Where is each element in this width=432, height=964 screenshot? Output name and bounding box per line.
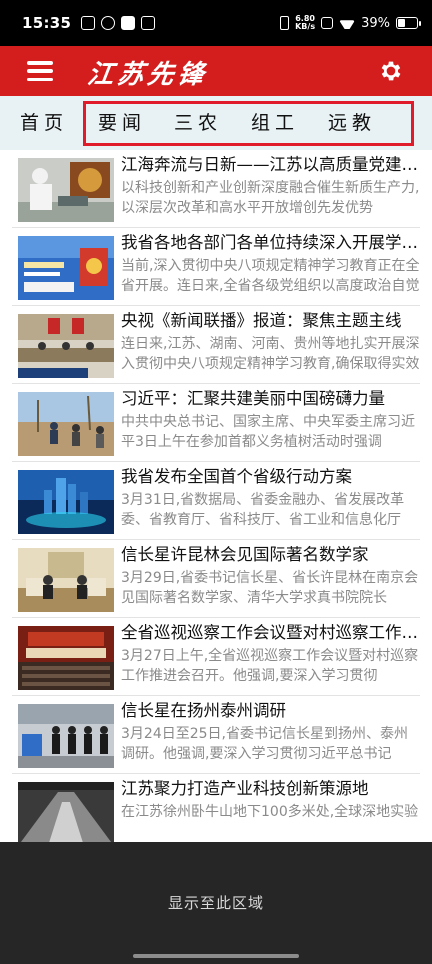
news-thumbnail bbox=[18, 704, 114, 768]
news-thumbnail bbox=[18, 314, 114, 378]
category-tab-bar: 首页 要闻 三农 组工 远教 bbox=[0, 96, 432, 150]
news-item[interactable]: 我省发布全国首个省级行动方案 3月31日,省数据局、省委金融办、省发展改革委、省… bbox=[0, 462, 432, 540]
news-item[interactable]: 信长星许昆林会见国际著名数学家 3月29日,省委书记信长星、省长许昆林在南京会见… bbox=[0, 540, 432, 618]
news-item[interactable]: 江苏聚力打造产业科技创新策源地 在江苏徐州卧牛山地下100多米处,全球深地实验 bbox=[0, 774, 432, 842]
message-icon bbox=[81, 16, 96, 30]
battery-level: 39% bbox=[361, 15, 390, 31]
mail-icon bbox=[141, 16, 156, 30]
news-summary: 当前,深入贯彻中央八项规定精神学习教育正在全省开展。连日来,全省各级党组织以高度… bbox=[121, 258, 420, 294]
news-thumbnail bbox=[18, 158, 114, 222]
news-title: 江苏聚力打造产业科技创新策源地 bbox=[121, 779, 369, 798]
battery-icon bbox=[396, 17, 421, 29]
gesture-nav-handle[interactable] bbox=[133, 954, 299, 958]
wifi-icon bbox=[339, 17, 355, 29]
news-thumbnail bbox=[18, 392, 114, 456]
bottom-area-label: 显示至此区域 bbox=[167, 894, 264, 912]
menu-icon[interactable] bbox=[27, 61, 53, 81]
news-title: 全省巡视巡察工作会议暨对村巡察工作推进会召开 bbox=[121, 623, 419, 642]
status-time: 15:35 bbox=[22, 14, 72, 32]
news-summary: 3月31日,省数据局、省委金融办、省发展改革委、省教育厅、省科技厅、省工业和信息… bbox=[121, 492, 405, 528]
news-summary: 3月29日,省委书记信长星、省长许昆林在南京会见国际著名数学家、清华大学求真书院… bbox=[121, 570, 419, 606]
news-item[interactable]: 央视《新闻联播》报道：聚焦主题主线 连日来,江苏、湖南、河南、贵州等地扎实开展深… bbox=[0, 306, 432, 384]
news-thumbnail bbox=[18, 548, 114, 612]
tab-home[interactable]: 首页 bbox=[20, 96, 68, 150]
news-thumbnail bbox=[18, 626, 114, 690]
news-summary: 中共中央总书记、国家主席、中央军委主席习近平3日上午在参加首都义务植树活动时强调 bbox=[121, 414, 415, 450]
tab-organization[interactable]: 组工 bbox=[251, 96, 299, 150]
gear-icon[interactable] bbox=[378, 58, 404, 84]
tab-headlines[interactable]: 要闻 bbox=[98, 96, 146, 150]
news-thumbnail bbox=[18, 782, 114, 842]
news-title: 江海奔流与日新——江苏以高质量党建引领高质量发展 bbox=[121, 155, 419, 174]
news-title: 信长星许昆林会见国际著名数学家 bbox=[121, 545, 369, 564]
news-summary: 3月24日至25日,省委书记信长星到扬州、泰州调研。他强调,要深入学习贯彻习近平… bbox=[121, 726, 408, 762]
tab-distance-education[interactable]: 远教 bbox=[328, 96, 376, 150]
app-logo: 江苏先锋 bbox=[85, 60, 210, 90]
news-item[interactable]: 习近平：汇聚共建美丽中国磅礴力量 中共中央总书记、国家主席、中央军委主席习近平3… bbox=[0, 384, 432, 462]
bottom-overlay: 显示至此区域 bbox=[0, 842, 432, 964]
news-item[interactable]: 全省巡视巡察工作会议暨对村巡察工作推进会召开 3月27日上午,全省巡视巡察工作会… bbox=[0, 618, 432, 696]
news-item[interactable]: 我省各地各部门各单位持续深入开展学习教育 当前,深入贯彻中央八项规定精神学习教育… bbox=[0, 228, 432, 306]
net-speed: 6.80 KB/s bbox=[295, 14, 316, 31]
gallery-icon bbox=[121, 16, 136, 30]
news-thumbnail bbox=[18, 236, 114, 300]
news-title: 习近平：汇聚共建美丽中国磅礴力量 bbox=[121, 389, 385, 408]
notification-icons bbox=[81, 16, 156, 30]
news-list[interactable]: 江海奔流与日新——江苏以高质量党建引领高质量发展 以科技创新和产业创新深度融合催… bbox=[0, 150, 432, 842]
news-summary: 以科技创新和产业创新深度融合催生新质生产力,以深层次改革和高水平开放增创先发优势 bbox=[121, 180, 420, 216]
news-item[interactable]: 信长星在扬州泰州调研 3月24日至25日,省委书记信长星到扬州、泰州调研。他强调… bbox=[0, 696, 432, 774]
news-title: 信长星在扬州泰州调研 bbox=[121, 701, 286, 720]
news-summary: 3月27日上午,全省巡视巡察工作会议暨对村巡察工作推进会召开。他强调,要深入学习… bbox=[121, 648, 419, 684]
status-bar: 15:35 6.80 KB/s 39% bbox=[0, 0, 432, 46]
app-notification-icon bbox=[101, 16, 116, 30]
news-title: 央视《新闻联播》报道：聚焦主题主线 bbox=[121, 311, 402, 330]
no-sim-icon bbox=[321, 17, 334, 29]
news-title: 我省各地各部门各单位持续深入开展学习教育 bbox=[121, 233, 419, 252]
news-title: 我省发布全国首个省级行动方案 bbox=[121, 467, 352, 486]
vibrate-icon bbox=[280, 16, 290, 30]
news-thumbnail bbox=[18, 470, 114, 534]
tab-agriculture[interactable]: 三农 bbox=[174, 96, 222, 150]
news-summary: 在江苏徐州卧牛山地下100多米处,全球深地实验 bbox=[121, 804, 419, 820]
app-header: 江苏先锋 bbox=[0, 46, 432, 96]
status-right: 6.80 KB/s 39% bbox=[280, 14, 421, 31]
news-summary: 连日来,江苏、湖南、河南、贵州等地扎实开展深入贯彻中央八项规定精神学习教育,确保… bbox=[121, 336, 420, 372]
news-item[interactable]: 江海奔流与日新——江苏以高质量党建引领高质量发展 以科技创新和产业创新深度融合催… bbox=[0, 150, 432, 228]
